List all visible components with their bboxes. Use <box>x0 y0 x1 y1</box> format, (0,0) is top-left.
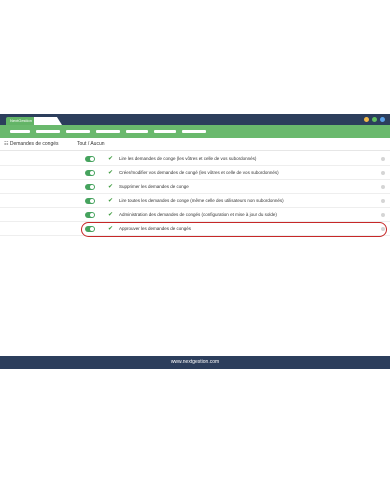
check-icon: ✔ <box>108 170 114 176</box>
app-screenshot: NextGestion ☷ Demandes de congés Tout / … <box>0 0 390 484</box>
check-icon: ✔ <box>108 198 114 204</box>
permission-toggle[interactable] <box>85 198 95 204</box>
footer-url: www.nextgestion.com <box>0 356 390 369</box>
nav-item-4[interactable] <box>96 130 120 133</box>
nav-item-2[interactable] <box>36 130 60 133</box>
check-icon: ✔ <box>108 212 114 218</box>
permission-row: ✔ Supprimer les demandes de conge <box>0 180 390 194</box>
permission-toggle[interactable] <box>85 184 95 190</box>
permission-toggle[interactable] <box>85 156 95 162</box>
permission-toggle[interactable] <box>85 212 95 218</box>
leave-icon: ☷ <box>4 141 9 147</box>
nav-item-6[interactable] <box>154 130 176 133</box>
permission-row: ✔ Administration des demandes de congés … <box>0 208 390 222</box>
permission-toggle[interactable] <box>85 170 95 176</box>
permission-label: Créer/modifier vos demandes de congé (le… <box>119 170 279 175</box>
permission-row: ✔ Lire toutes les demandes de conge (mêm… <box>0 194 390 208</box>
check-icon: ✔ <box>108 184 114 190</box>
permission-label: Lire les demandes de conge (les vôtres e… <box>119 156 257 161</box>
check-icon: ✔ <box>108 156 114 162</box>
nav-item-1[interactable] <box>10 130 30 133</box>
nav-item-5[interactable] <box>126 130 148 133</box>
permission-row: ✔ Lire les demandes de conge (les vôtres… <box>0 152 390 166</box>
minimize-button[interactable] <box>364 117 369 122</box>
window-controls <box>364 117 385 122</box>
toggle-all-link[interactable]: Tout / Aucun <box>77 141 105 147</box>
row-status-dot <box>381 171 385 175</box>
close-button[interactable] <box>380 117 385 122</box>
section-label: Demandes de congés <box>9 141 59 147</box>
section-header: ☷ Demandes de congés <box>4 141 59 147</box>
highlight-outline <box>81 222 387 237</box>
row-status-dot <box>381 199 385 203</box>
row-status-dot <box>381 157 385 161</box>
permission-label: Administration des demandes de congés (c… <box>119 212 277 217</box>
permission-label: Lire toutes les demandes de conge (même … <box>119 198 284 203</box>
row-status-dot <box>381 213 385 217</box>
permission-row: ✔ Créer/modifier vos demandes de congé (… <box>0 166 390 180</box>
brand-tab[interactable]: NextGestion <box>6 117 37 125</box>
nav-item-3[interactable] <box>66 130 90 133</box>
nav-item-7[interactable] <box>182 130 206 133</box>
header-divider <box>0 150 390 151</box>
row-status-dot <box>381 185 385 189</box>
maximize-button[interactable] <box>372 117 377 122</box>
permission-label: Supprimer les demandes de conge <box>119 184 189 189</box>
